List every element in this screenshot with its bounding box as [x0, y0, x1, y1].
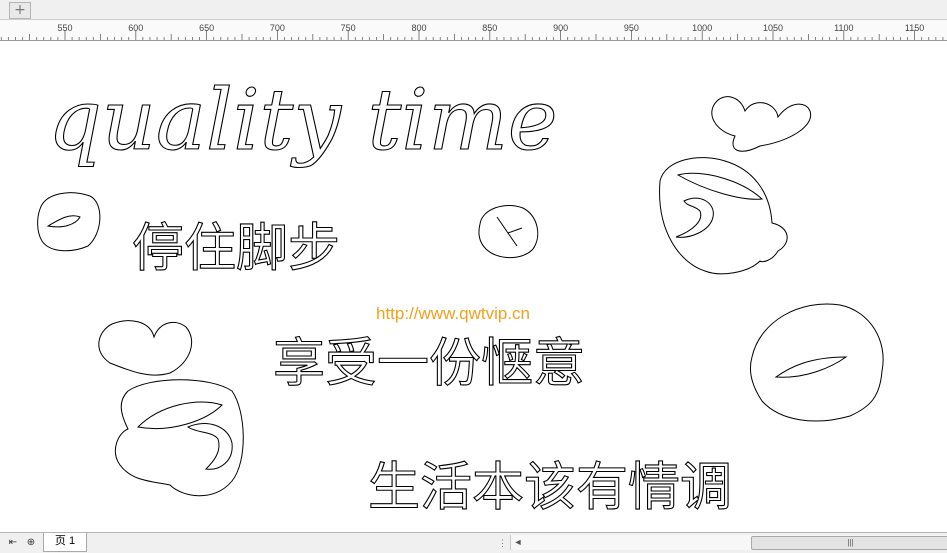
coffee-cup-icon-bottom — [98, 320, 244, 497]
plus-icon: + — [14, 2, 26, 18]
clock-badge-icon — [478, 204, 539, 259]
ruler-tick-label: 1100 — [834, 23, 853, 33]
add-tab-button[interactable]: + — [9, 2, 31, 19]
horizontal-scrollbar[interactable]: ◄ ||| — [510, 535, 947, 550]
left-arrow-icon: ◄ — [513, 537, 523, 547]
page-tab-1[interactable]: 页 1 — [43, 533, 87, 552]
ruler-tick-label: 1000 — [692, 23, 712, 33]
watermark-url: http://www.qwtvip.cn — [376, 304, 531, 323]
add-page-button[interactable]: ⊕ — [24, 536, 38, 549]
ruler-tick-label: 850 — [482, 23, 497, 33]
scroll-left-button[interactable]: ◄ — [511, 535, 525, 550]
ruler-tick-label: 900 — [553, 23, 568, 33]
line1-outline-text: 停住脚步 — [132, 219, 340, 279]
splitter-handle[interactable]: ⋮ — [498, 537, 507, 549]
ruler-scale: 550 600 650 700 750 800 850 900 950 1000 1050 1100 1… — [0, 23, 944, 40]
first-page-icon: ⇤ — [8, 537, 18, 548]
ruler-tick-label: 600 — [128, 23, 143, 33]
lips-icon-large — [749, 303, 884, 422]
scroll-thumb[interactable]: ||| — [751, 536, 947, 550]
ruler-tick-label: 950 — [624, 23, 639, 33]
first-page-button[interactable]: ⇤ — [6, 536, 20, 549]
horizontal-ruler: 550 600 650 700 750 800 850 900 950 1000 1050 1100 1… — [0, 20, 947, 41]
title-outline-text: quality time — [48, 71, 558, 169]
coffee-cup-icon-top — [659, 96, 812, 275]
ruler-tick-label: 750 — [341, 23, 356, 33]
add-page-icon: ⊕ — [26, 537, 36, 548]
lips-icon-small — [37, 192, 101, 252]
ruler-tick-label: 550 — [57, 23, 72, 33]
ruler-tick-label: 800 — [411, 23, 426, 33]
line2-outline-text: 享受一份惬意 — [273, 334, 585, 394]
drawing-canvas[interactable]: quality time 停住脚步 享受一份惬意 生活本该有情调 http://… — [0, 41, 947, 532]
status-bar: ⇤ ⊕ 页 1 ⋮ ◄ ||| — [0, 532, 947, 553]
ruler-tick-label: 1050 — [763, 23, 783, 33]
document-tab-bar: + — [0, 0, 947, 20]
ruler-tick-label: 650 — [199, 23, 214, 33]
page-tab-label: 页 1 — [54, 535, 76, 547]
canvas-artwork: quality time 停住脚步 享受一份惬意 生活本该有情调 — [37, 70, 884, 519]
line3-outline-text: 生活本该有情调 — [368, 458, 732, 518]
ruler-tick-label: 1150 — [905, 23, 924, 33]
ruler-tick-label: 700 — [270, 23, 285, 33]
